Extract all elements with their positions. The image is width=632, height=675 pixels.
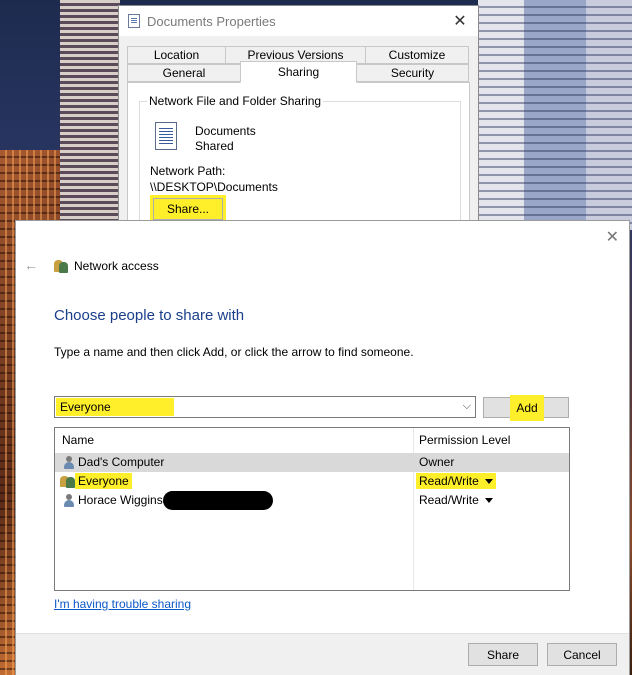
permission-dropdown[interactable]: Read/Write bbox=[419, 493, 493, 507]
caret-down-icon bbox=[484, 479, 493, 485]
share-folder-button[interactable]: Share... bbox=[153, 198, 223, 220]
tab-location[interactable]: Location bbox=[127, 46, 226, 64]
row-permission: Owner bbox=[419, 455, 455, 469]
name-input[interactable] bbox=[56, 398, 174, 416]
trouble-sharing-link[interactable]: I'm having trouble sharing bbox=[54, 597, 191, 611]
dialog-title: Network access bbox=[74, 259, 159, 273]
background-tower-right bbox=[478, 0, 632, 230]
network-access-icon bbox=[54, 259, 68, 273]
network-path: \\DESKTOP\Documents bbox=[150, 180, 278, 194]
background-tower-left bbox=[60, 0, 120, 240]
dialog-heading: Choose people to share with bbox=[54, 307, 245, 324]
folder-name: Documents bbox=[195, 124, 256, 138]
group-icon bbox=[60, 474, 76, 488]
properties-titlebar: Documents Properties bbox=[119, 6, 478, 36]
tab-security[interactable]: Security bbox=[356, 64, 469, 82]
folder-share-state: Shared bbox=[195, 139, 234, 153]
row-name: Horace Wiggins bbox=[78, 493, 163, 507]
tab-sharing[interactable]: Sharing bbox=[240, 61, 357, 83]
tab-customize[interactable]: Customize bbox=[365, 46, 469, 64]
add-button[interactable]: Add bbox=[483, 395, 569, 421]
documents-properties-window: Documents Properties ✕ Location Previous… bbox=[118, 5, 479, 241]
table-row[interactable]: Dad's Computer Owner bbox=[55, 453, 569, 472]
caret-down-icon bbox=[484, 498, 493, 504]
row-name: Dad's Computer bbox=[78, 455, 165, 469]
properties-title: Documents Properties bbox=[147, 13, 276, 29]
row-permission: Read/Write bbox=[419, 493, 479, 507]
user-icon bbox=[63, 456, 74, 469]
sharing-list: Name Permission Level Dad's Computer Own… bbox=[54, 427, 570, 591]
row-permission: Read/Write bbox=[419, 474, 479, 488]
tab-general[interactable]: General bbox=[127, 64, 241, 82]
document-properties-icon bbox=[128, 14, 140, 28]
share-button[interactable]: Share bbox=[468, 643, 538, 666]
dialog-footer: Share Cancel bbox=[16, 633, 629, 675]
add-button-label: Add bbox=[510, 395, 544, 421]
properties-tabs: Location Previous Versions Customize Gen… bbox=[127, 46, 470, 84]
dialog-instructions: Type a name and then click Add, or click… bbox=[54, 345, 414, 359]
chevron-down-icon[interactable]: ⌵ bbox=[463, 400, 471, 413]
network-access-dialog: ✕ ← Network access Choose people to shar… bbox=[15, 220, 630, 675]
cancel-button[interactable]: Cancel bbox=[547, 643, 617, 666]
table-row[interactable]: Everyone Read/Write bbox=[55, 472, 569, 491]
dialog-close-icon[interactable]: ✕ bbox=[606, 227, 619, 247]
shared-folder-icon bbox=[155, 122, 177, 150]
network-path-label: Network Path: bbox=[150, 164, 226, 178]
column-permission-header[interactable]: Permission Level bbox=[419, 428, 510, 452]
group-title: Network File and Folder Sharing bbox=[147, 94, 324, 108]
permission-dropdown[interactable]: Read/Write bbox=[416, 473, 496, 489]
properties-close-icon[interactable]: ✕ bbox=[452, 11, 468, 31]
row-name: Everyone bbox=[75, 473, 132, 489]
back-arrow-icon[interactable]: ← bbox=[24, 257, 38, 273]
redaction-mark bbox=[163, 491, 273, 510]
name-combobox[interactable]: ⌵ bbox=[54, 396, 476, 418]
column-name-header[interactable]: Name bbox=[62, 428, 94, 452]
user-icon bbox=[63, 494, 74, 507]
table-row[interactable]: Horace Wiggins Read/Write bbox=[55, 491, 569, 510]
sharing-tab-body: Network File and Folder Sharing Document… bbox=[127, 82, 470, 241]
row-name-wrapper: Everyone bbox=[75, 473, 132, 489]
